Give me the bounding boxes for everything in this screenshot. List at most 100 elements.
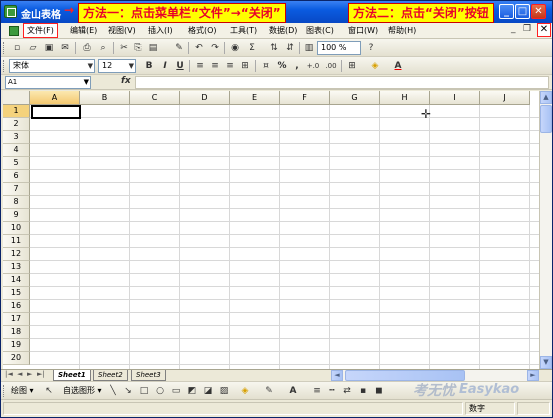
italic-button[interactable]: I: [159, 60, 171, 72]
column-header[interactable]: G: [330, 91, 380, 105]
font-color-button[interactable]: A: [392, 60, 404, 72]
close-button[interactable]: ✕: [531, 4, 546, 19]
oval-icon[interactable]: ○: [154, 385, 166, 397]
doc-restore-button[interactable]: ❐: [523, 24, 531, 34]
row-header[interactable]: 8: [3, 196, 30, 209]
menu-view[interactable]: 视图(V): [108, 25, 136, 36]
row-header[interactable]: 7: [3, 183, 30, 196]
row-header[interactable]: 13: [3, 261, 30, 274]
menu-window[interactable]: 窗口(W): [348, 25, 378, 36]
sort-desc-icon[interactable]: ⇵: [284, 42, 296, 54]
toolbar-grip[interactable]: [3, 42, 6, 54]
select-pointer-icon[interactable]: ↖: [43, 385, 55, 397]
column-header[interactable]: B: [80, 91, 130, 105]
percent-button[interactable]: %: [276, 60, 288, 72]
menu-help[interactable]: 帮助(H): [388, 25, 416, 36]
scroll-up-button[interactable]: ▲: [540, 91, 552, 104]
title-bar[interactable]: 金山表格 → 方法一：点击菜单栏“文件”→“关闭” 方法二：点击“关闭”按钮 _…: [1, 1, 552, 23]
toolbar-grip[interactable]: [3, 60, 6, 72]
row-header[interactable]: 12: [3, 248, 30, 261]
undo-icon[interactable]: ↶: [193, 42, 205, 54]
draw-font-color-icon[interactable]: A: [287, 385, 299, 397]
row-header[interactable]: 20: [3, 352, 30, 365]
cut-icon[interactable]: ✂: [118, 42, 130, 54]
rectangle-icon[interactable]: □: [138, 385, 150, 397]
textbox-icon[interactable]: ▭: [170, 385, 182, 397]
column-header[interactable]: H: [380, 91, 430, 105]
wordart-icon[interactable]: ◩: [186, 385, 198, 397]
align-right-icon[interactable]: ≡: [224, 60, 236, 72]
scroll-thumb[interactable]: [540, 105, 552, 133]
align-left-icon[interactable]: ≡: [194, 60, 206, 72]
vertical-scrollbar[interactable]: ▲ ▼: [539, 91, 552, 369]
paste-icon[interactable]: ▤: [147, 42, 159, 54]
active-cell[interactable]: [31, 105, 81, 119]
row-header[interactable]: 9: [3, 209, 30, 222]
sort-asc-icon[interactable]: ⇅: [268, 42, 280, 54]
row-header[interactable]: 1: [3, 105, 30, 118]
column-header[interactable]: D: [180, 91, 230, 105]
first-sheet-button[interactable]: |◄: [5, 370, 13, 378]
row-header[interactable]: 15: [3, 287, 30, 300]
align-center-icon[interactable]: ≡: [209, 60, 221, 72]
print-icon[interactable]: ⎙: [81, 42, 93, 54]
format-painter-icon[interactable]: ✎: [173, 42, 185, 54]
column-header[interactable]: E: [230, 91, 280, 105]
row-header[interactable]: 17: [3, 313, 30, 326]
last-sheet-button[interactable]: ►|: [37, 370, 45, 378]
minimize-button[interactable]: _: [499, 4, 514, 19]
print-preview-icon[interactable]: ⌕: [97, 42, 109, 54]
name-box[interactable]: A1 ▼: [5, 76, 91, 89]
prev-sheet-button[interactable]: ◄: [17, 370, 22, 378]
save-icon[interactable]: ▣: [43, 42, 55, 54]
autosum-button[interactable]: Σ: [246, 42, 258, 54]
column-header[interactable]: A: [30, 91, 80, 105]
increase-decimal-button[interactable]: +.0: [305, 60, 321, 72]
maximize-button[interactable]: □: [515, 4, 530, 19]
function-button[interactable]: fx: [121, 76, 131, 86]
menu-data[interactable]: 数据(D): [269, 25, 297, 36]
menu-chart[interactable]: 图表(C): [306, 25, 334, 36]
menu-insert[interactable]: 插入(I): [148, 25, 173, 36]
row-header[interactable]: 11: [3, 235, 30, 248]
decrease-decimal-button[interactable]: .00: [323, 60, 339, 72]
row-header[interactable]: 10: [3, 222, 30, 235]
currency-icon[interactable]: ¤: [260, 60, 272, 72]
spreadsheet-grid[interactable]: A B C D E F G H I J 1 2 3 4 5 6 7 8 9 10 11 12 13 14 15 16 17 18 19 2…: [3, 91, 539, 369]
formula-input[interactable]: [135, 76, 549, 89]
doc-minimize-button[interactable]: _: [511, 24, 516, 34]
select-all-corner[interactable]: [3, 91, 30, 105]
clipart-icon[interactable]: ◪: [202, 385, 214, 397]
picture-icon[interactable]: ▨: [218, 385, 230, 397]
merge-center-icon[interactable]: ⊞: [239, 60, 251, 72]
comma-button[interactable]: ,: [291, 60, 303, 72]
copy-icon[interactable]: ⎘: [132, 42, 144, 54]
fill-color-icon[interactable]: ◈: [369, 60, 381, 72]
document-icon[interactable]: [9, 26, 19, 36]
column-header[interactable]: J: [480, 91, 530, 105]
scroll-right-button[interactable]: ►: [527, 370, 539, 381]
scroll-down-button[interactable]: ▼: [540, 356, 552, 369]
autoshapes-button[interactable]: 自选图形 ▾: [63, 385, 102, 396]
draw-fill-color-icon[interactable]: ◈: [239, 385, 251, 397]
shadow-icon[interactable]: ▪: [357, 385, 369, 397]
borders-icon[interactable]: ⊞: [346, 60, 358, 72]
email-icon[interactable]: ✉: [59, 42, 71, 54]
menu-file[interactable]: 文件(F): [23, 23, 58, 38]
row-header[interactable]: 16: [3, 300, 30, 313]
row-header[interactable]: 3: [3, 131, 30, 144]
font-size-select[interactable]: 12 ▼: [98, 59, 136, 73]
column-header[interactable]: I: [430, 91, 480, 105]
help-icon[interactable]: ?: [365, 42, 377, 54]
column-header[interactable]: C: [130, 91, 180, 105]
font-name-select[interactable]: 宋体 ▼: [9, 59, 95, 73]
3d-icon[interactable]: ◼: [373, 385, 385, 397]
doc-close-button[interactable]: ✕: [537, 23, 551, 37]
new-icon[interactable]: ▫: [11, 42, 23, 54]
line-icon[interactable]: ╲: [107, 385, 119, 397]
open-icon[interactable]: ▱: [27, 42, 39, 54]
dash-style-icon[interactable]: ┅: [326, 385, 338, 397]
hyperlink-icon[interactable]: ◉: [229, 42, 241, 54]
underline-button[interactable]: U: [174, 60, 186, 72]
row-header[interactable]: 2: [3, 118, 30, 131]
